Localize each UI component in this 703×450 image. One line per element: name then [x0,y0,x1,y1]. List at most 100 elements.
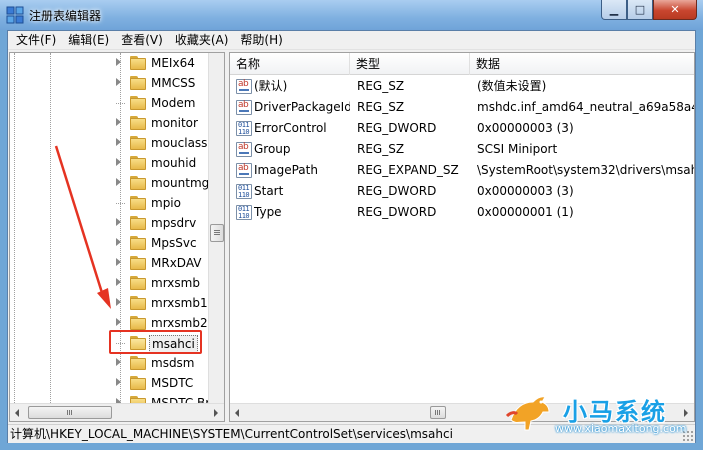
value-data-cell: 0x00000001 (1) [477,205,574,219]
expand-arrow-icon[interactable] [116,118,121,126]
minimize-button[interactable]: ▁ [601,0,627,20]
folder-icon [130,176,146,190]
expand-arrow-icon[interactable] [116,318,121,326]
tree-connector-line [116,103,125,104]
scroll-right-arrow-icon[interactable] [214,409,218,417]
tree-item-mrxsmb10[interactable]: mrxsmb10 [10,293,210,313]
tree-item-mpio[interactable]: mpio [10,193,210,213]
maximize-button[interactable]: □ [627,0,653,20]
column-header-type[interactable]: 类型 [350,53,470,75]
horse-logo-icon [505,396,550,431]
tree-item-monitor[interactable]: monitor [10,113,210,133]
string-value-icon [236,163,252,178]
expand-arrow-icon[interactable] [116,58,121,66]
folder-icon [130,396,146,403]
tree-item-label: monitor [151,116,198,130]
expand-arrow-icon[interactable] [116,78,121,86]
tree-horizontal-scrollbar[interactable] [10,403,224,421]
value-row[interactable]: DriverPackageId REG_SZ mshdc.inf_amd64_neu… [230,97,694,118]
value-list-pane[interactable]: 名称 类型 数据 (默认) REG_SZ (数值未设置) DriverPackageI… [229,52,695,422]
folder-icon [130,156,146,170]
value-data-cell: (数值未设置) [477,79,547,93]
column-header-name[interactable]: 名称 [230,53,350,75]
tree-item-label: MpsSvc [151,236,197,250]
value-type-cell: REG_DWORD [357,205,437,219]
tree-item-mouclass[interactable]: mouclass [10,133,210,153]
value-row[interactable]: Group REG_SZ SCSI Miniport [230,139,694,160]
scroll-left-arrow-icon[interactable] [235,409,239,417]
menu-edit[interactable]: 编辑(E) [62,31,115,50]
expand-arrow-icon[interactable] [116,158,121,166]
tree-item-label: mrxsmb20 [151,316,210,330]
key-tree-pane[interactable]: MEIx64 MMCSS Modem monitor mouclass mouhid mou… [9,52,225,422]
expand-arrow-icon[interactable] [116,278,121,286]
folder-icon [130,296,146,310]
folder-icon [130,76,146,90]
tree-item-label: MRxDAV [151,256,202,270]
tree-vertical-scrollbar[interactable] [208,53,224,403]
value-data-cell: 0x00000003 (3) [477,121,574,135]
expand-arrow-icon[interactable] [116,138,121,146]
value-type-cell: REG_DWORD [357,121,437,135]
tree-item-mountmg[interactable]: mountmg [10,173,210,193]
value-name-cell: Type [254,205,282,219]
expand-arrow-icon[interactable] [116,298,121,306]
folder-icon [130,376,146,390]
folder-icon [130,216,146,230]
column-header-data[interactable]: 数据 [470,53,694,75]
title-bar[interactable]: 注册表编辑器 ▁ □ ✕ [0,0,703,30]
menu-file[interactable]: 文件(F) [10,31,62,50]
value-name-cell: Start [254,184,284,198]
close-icon: ✕ [670,3,680,16]
value-row[interactable]: ImagePath REG_EXPAND_SZ \SystemRoot\system… [230,160,694,181]
menu-view[interactable]: 查看(V) [115,31,169,50]
tree-item-mrxsmb[interactable]: mrxsmb [10,273,210,293]
expand-arrow-icon[interactable] [116,358,121,366]
menu-favorites[interactable]: 收藏夹(A) [169,31,235,50]
string-value-icon [236,142,252,157]
value-type-cell: REG_DWORD [357,184,437,198]
expand-arrow-icon[interactable] [116,238,121,246]
folder-icon [130,136,146,150]
string-value-icon [236,79,252,94]
tree-item-mrxdav[interactable]: MRxDAV [10,253,210,273]
scroll-left-arrow-icon[interactable] [15,409,19,417]
tree-item-label: MMCSS [151,76,196,90]
folder-icon [130,116,146,130]
tree-item-msdtc-br[interactable]: MSDTC Br [10,393,210,403]
tree-item-label: MSDTC [151,376,194,390]
value-row[interactable]: Start REG_DWORD 0x00000003 (3) [230,181,694,202]
tree-item-meix64[interactable]: MEIx64 [10,53,210,73]
value-row[interactable]: ErrorControl REG_DWORD 0x00000003 (3) [230,118,694,139]
tree-item-mpssvc[interactable]: MpsSvc [10,233,210,253]
folder-icon [130,256,146,270]
value-name-cell: (默认) [254,79,288,93]
folder-icon [130,356,146,370]
window-client-area: 文件(F) 编辑(E) 查看(V) 收藏夹(A) 帮助(H) MEIx64 MMC… [7,30,696,443]
folder-icon [130,196,146,210]
value-type-cell: REG_SZ [357,142,405,156]
tree-item-msdtc[interactable]: MSDTC [10,373,210,393]
folder-icon [130,316,146,330]
tree-item-mmcss[interactable]: MMCSS [10,73,210,93]
tree-item-label: MSDTC Br [151,396,210,403]
close-button[interactable]: ✕ [653,0,697,20]
menu-help[interactable]: 帮助(H) [234,31,288,50]
list-horizontal-scroll-thumb[interactable] [430,406,446,419]
tree-vertical-scroll-thumb[interactable] [210,224,224,242]
expand-arrow-icon[interactable] [116,218,121,226]
expand-arrow-icon[interactable] [116,258,121,266]
tree-item-modem[interactable]: Modem [10,93,210,113]
tree-item-label: mpsdrv [151,216,197,230]
tree-horizontal-scroll-thumb[interactable] [28,406,112,419]
value-row[interactable]: Type REG_DWORD 0x00000001 (1) [230,202,694,223]
value-name-cell: ErrorControl [254,121,327,135]
annotation-highlight-box [109,330,202,354]
tree-item-msdsm[interactable]: msdsm [10,353,210,373]
tree-item-mpsdrv[interactable]: mpsdrv [10,213,210,233]
expand-arrow-icon[interactable] [116,378,121,386]
tree-item-label: mpio [151,196,181,210]
expand-arrow-icon[interactable] [116,178,121,186]
value-row[interactable]: (默认) REG_SZ (数值未设置) [230,76,694,97]
tree-item-mouhid[interactable]: mouhid [10,153,210,173]
